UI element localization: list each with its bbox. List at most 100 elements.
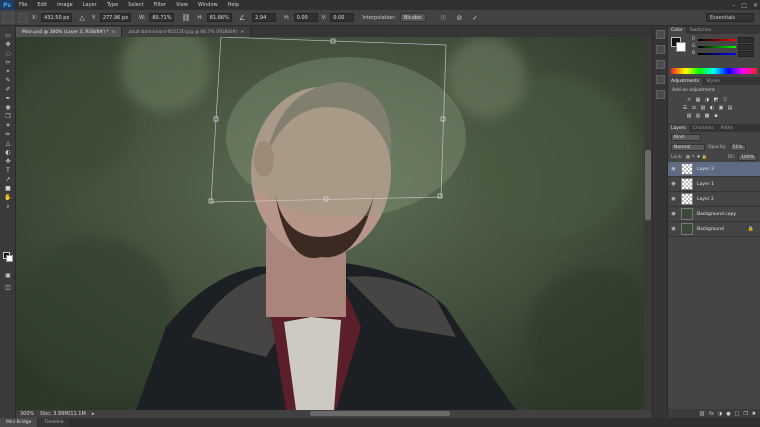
- height-field[interactable]: 81.66%: [206, 13, 232, 22]
- tab-layers[interactable]: Layers: [668, 125, 689, 132]
- photo-filter-icon[interactable]: ◐: [709, 105, 715, 111]
- green-slider[interactable]: [698, 45, 736, 48]
- x-field[interactable]: 432.50 px: [41, 13, 73, 22]
- menu-window[interactable]: Window: [193, 2, 223, 8]
- delta-icon[interactable]: △: [79, 14, 84, 22]
- blue-value-field[interactable]: [738, 50, 754, 57]
- red-value-field[interactable]: [738, 36, 754, 43]
- exposure-icon[interactable]: ◩: [713, 97, 719, 103]
- opacity-field[interactable]: 51%: [729, 143, 746, 151]
- new-group-icon[interactable]: □: [735, 411, 740, 417]
- paragraph-panel-icon[interactable]: [656, 75, 665, 84]
- posterize-icon[interactable]: ▥: [695, 113, 701, 119]
- workspace-select[interactable]: Essentials: [706, 13, 754, 22]
- horizontal-scroll-thumb[interactable]: [310, 411, 450, 416]
- layer-row-layer-3[interactable]: ◉ Layer 3: [668, 162, 760, 177]
- type-tool-icon[interactable]: T: [3, 167, 13, 174]
- bg-color-chip[interactable]: [676, 42, 686, 52]
- tab-timeline[interactable]: Timeline: [38, 418, 70, 427]
- angle-field[interactable]: 2.94: [252, 13, 277, 22]
- h-skew-field[interactable]: 0.00: [293, 13, 318, 22]
- tab-adjustments[interactable]: Adjustments: [668, 78, 703, 85]
- menu-file[interactable]: File: [14, 2, 32, 8]
- hand-tool-icon[interactable]: ✋: [3, 194, 13, 201]
- tab-adult-bald-beard[interactable]: adult-bald-beard-952130.jpg @ 66.7% (RGB…: [122, 27, 252, 37]
- clone-stamp-icon[interactable]: ✒: [3, 95, 13, 102]
- red-slider[interactable]: [698, 38, 736, 41]
- menu-select[interactable]: Select: [123, 2, 148, 8]
- path-selection-icon[interactable]: ↗: [3, 176, 13, 183]
- add-mask-icon[interactable]: ◑: [718, 411, 722, 417]
- hue-saturation-icon[interactable]: ☰: [682, 105, 688, 111]
- move-tool-icon[interactable]: ✤: [3, 41, 13, 48]
- visibility-eye-icon[interactable]: ◉: [670, 181, 677, 187]
- color-lookup-icon[interactable]: ▤: [727, 105, 733, 111]
- adjustment-layer-icon[interactable]: ●: [726, 411, 730, 417]
- history-brush-icon[interactable]: ◉: [3, 104, 13, 111]
- menu-layer[interactable]: Layer: [78, 2, 102, 8]
- status-arrow-icon[interactable]: ▸: [92, 411, 95, 417]
- eyedropper-tool-icon[interactable]: ⌖: [3, 68, 13, 75]
- new-layer-icon[interactable]: ❐: [743, 411, 747, 417]
- layer-row-background[interactable]: ◉ Background 🔒: [668, 222, 760, 237]
- menu-view[interactable]: View: [171, 2, 193, 8]
- delete-layer-icon[interactable]: ✖: [752, 411, 756, 417]
- crop-tool-icon[interactable]: ✂: [3, 59, 13, 66]
- shape-tool-icon[interactable]: ■: [3, 185, 13, 192]
- close-icon[interactable]: ✕: [753, 2, 758, 9]
- visibility-eye-icon[interactable]: ◉: [670, 166, 677, 172]
- sponge-tool-icon[interactable]: ◐: [3, 149, 13, 156]
- blend-mode-select[interactable]: Normal: [671, 143, 705, 151]
- reference-point-icon[interactable]: [18, 12, 28, 23]
- layer-row-layer-1[interactable]: ◉ Layer 1: [668, 177, 760, 192]
- close-tab-icon[interactable]: ×: [112, 30, 116, 35]
- warp-icon[interactable]: ☉: [440, 14, 446, 22]
- fill-field[interactable]: 100%: [738, 153, 757, 161]
- layer-row-background-copy[interactable]: ◉ Background copy: [668, 207, 760, 222]
- screen-mode-icon[interactable]: ◫: [3, 284, 13, 291]
- blur-tool-icon[interactable]: ✏: [3, 131, 13, 138]
- background-color-swatch[interactable]: [6, 255, 13, 262]
- levels-icon[interactable]: ▦: [695, 97, 701, 103]
- brightness-contrast-icon[interactable]: ☼: [686, 97, 692, 103]
- v-skew-field[interactable]: 0.00: [330, 13, 355, 22]
- gradient-map-icon[interactable]: ▪: [713, 113, 719, 119]
- commit-transform-icon[interactable]: ✓: [472, 14, 478, 22]
- tab-paths[interactable]: Paths: [718, 125, 736, 132]
- width-field[interactable]: 80.71%: [149, 13, 175, 22]
- transform-tool-icon[interactable]: [2, 11, 14, 24]
- lock-icons[interactable]: ▦ ✎ ✚ 🔒: [686, 155, 708, 160]
- cancel-transform-icon[interactable]: ⊘: [456, 14, 462, 22]
- visibility-eye-icon[interactable]: ◉: [670, 211, 677, 217]
- tab-mini-bridge[interactable]: Mini Bridge: [0, 418, 38, 427]
- menu-image[interactable]: Image: [52, 2, 78, 8]
- pen-tool-icon[interactable]: ✥: [3, 158, 13, 165]
- dodge-tool-icon[interactable]: △: [3, 140, 13, 147]
- quick-mask-icon[interactable]: ▣: [3, 272, 13, 279]
- tab-styles[interactable]: Styles: [703, 78, 723, 85]
- vertical-scroll-thumb[interactable]: [645, 150, 651, 220]
- color-balance-icon[interactable]: ⚖: [691, 105, 697, 111]
- minimize-icon[interactable]: –: [732, 2, 735, 9]
- brush-tool-icon[interactable]: ✐: [3, 86, 13, 93]
- lasso-tool-icon[interactable]: ◌: [3, 50, 13, 57]
- tab-color[interactable]: Color: [668, 27, 686, 34]
- visibility-eye-icon[interactable]: ◉: [670, 196, 677, 202]
- layer-row-layer-2[interactable]: ◉ Layer 2: [668, 192, 760, 207]
- blue-slider[interactable]: [698, 52, 736, 55]
- eraser-tool-icon[interactable]: ❐: [3, 113, 13, 120]
- layer-style-icon[interactable]: fx: [709, 411, 714, 417]
- history-panel-icon[interactable]: [656, 30, 665, 39]
- menu-filter[interactable]: Filter: [149, 2, 171, 8]
- zoom-tool-icon[interactable]: ⌕: [3, 203, 13, 210]
- layer-filter-kind-select[interactable]: Kind: [671, 133, 701, 141]
- tab-channels[interactable]: Channels: [690, 125, 717, 132]
- zoom-level[interactable]: 300%: [20, 411, 34, 417]
- document-canvas[interactable]: [16, 37, 644, 410]
- tab-swatches[interactable]: Swatches: [687, 27, 715, 34]
- visibility-eye-icon[interactable]: ◉: [670, 226, 677, 232]
- character-panel-icon[interactable]: [656, 60, 665, 69]
- link-icon[interactable]: ⛓: [181, 14, 190, 22]
- gradient-tool-icon[interactable]: ✶: [3, 122, 13, 129]
- menu-type[interactable]: Type: [102, 2, 123, 8]
